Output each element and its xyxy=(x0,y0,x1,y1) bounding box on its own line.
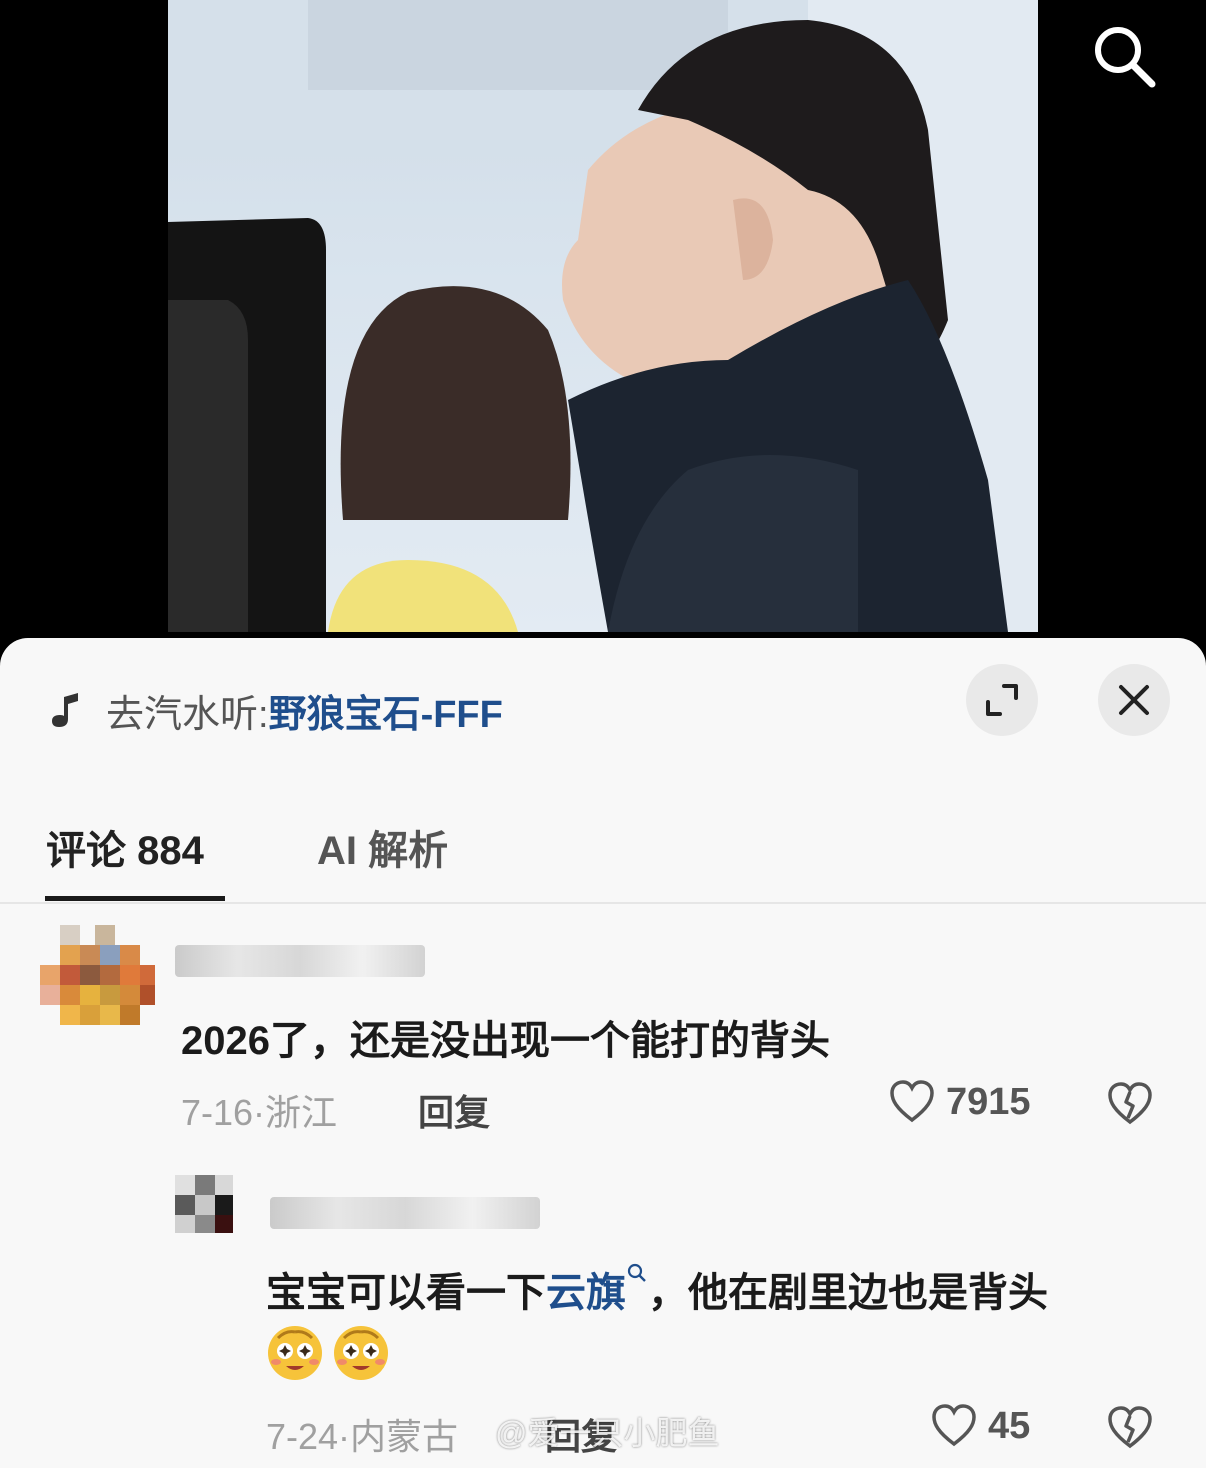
like-count: 7915 xyxy=(946,1080,1031,1123)
expand-button[interactable] xyxy=(966,664,1038,736)
comment-text: 2026了，还是没出现一个能打的背头 xyxy=(181,1019,830,1063)
video-frame[interactable] xyxy=(168,0,1038,632)
like-button[interactable]: 45 xyxy=(930,1402,1030,1450)
starry-eyes-emoji-icon xyxy=(334,1326,388,1380)
avatar[interactable] xyxy=(40,925,155,1040)
video-still xyxy=(168,0,1038,632)
search-icon[interactable] xyxy=(626,1262,648,1284)
heart-icon xyxy=(890,1080,934,1123)
tab-bar: 评论 884 AI 解析 xyxy=(0,808,1206,904)
reply-meta: 7-24·内蒙古 xyxy=(266,1416,459,1457)
video-player[interactable] xyxy=(0,0,1206,640)
dislike-icon[interactable] xyxy=(1106,1080,1154,1128)
reply-text-before: 宝宝可以看一下 xyxy=(266,1271,546,1315)
avatar[interactable] xyxy=(175,1175,233,1233)
search-link-yunqi[interactable]: 云旗 xyxy=(546,1271,626,1315)
tab-ai-analysis[interactable]: AI 解析 xyxy=(317,818,448,876)
song-link[interactable]: 野狼宝石-FFF xyxy=(269,683,503,738)
reply-text-after: ，他在剧里边也是背头 xyxy=(648,1271,1048,1315)
active-tab-indicator xyxy=(45,896,225,901)
username-blurred[interactable] xyxy=(175,945,425,977)
dislike-icon[interactable] xyxy=(1106,1404,1154,1452)
starry-eyes-emoji-icon xyxy=(268,1326,322,1380)
expand-icon xyxy=(986,684,1018,716)
emoji-row xyxy=(266,1324,398,1382)
heart-icon xyxy=(932,1404,976,1447)
tab-comments[interactable]: 评论 884 xyxy=(46,818,204,876)
watermark: @爱一只小肥鱼 xyxy=(495,1408,720,1454)
music-note-icon xyxy=(52,693,78,727)
watermark-text: @爱一只小肥鱼 xyxy=(495,1415,720,1451)
close-button[interactable] xyxy=(1098,664,1170,736)
reply-button[interactable]: 回复 xyxy=(418,1084,490,1136)
close-icon xyxy=(1119,685,1149,715)
username-blurred[interactable] xyxy=(270,1197,540,1229)
music-link-row[interactable]: 去汽水听: 野狼宝石-FFF xyxy=(48,682,503,738)
like-button[interactable]: 7915 xyxy=(888,1078,1031,1126)
search-icon[interactable] xyxy=(1088,20,1160,92)
music-prefix: 去汽水听: xyxy=(106,693,269,736)
reply-text: 宝宝可以看一下云旗 ，他在剧里边也是背头 xyxy=(266,1260,1048,1318)
comment-meta: 7-16·浙江 xyxy=(181,1092,338,1133)
like-count: 45 xyxy=(988,1404,1031,1447)
